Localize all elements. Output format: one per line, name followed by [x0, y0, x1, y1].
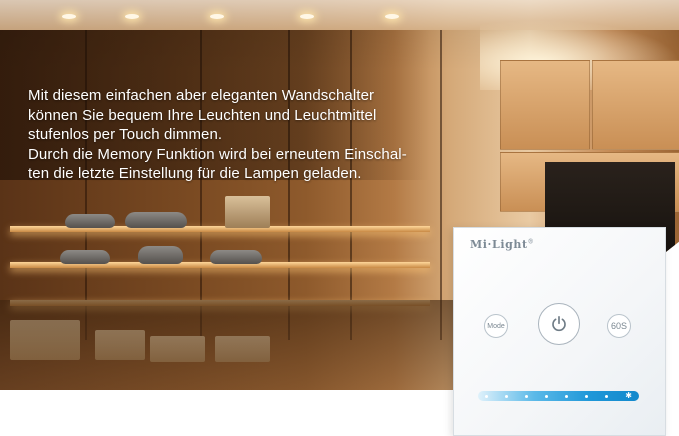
ceiling-light [125, 14, 139, 19]
description-line: können Sie bequem Ihre Leuchten und Leuc… [28, 106, 377, 124]
ceiling-light [385, 14, 399, 19]
slider-dot [565, 394, 569, 398]
wall-panel [500, 60, 590, 150]
sun-icon: ✱ [625, 391, 632, 400]
description-line: stufenlos per Touch dimmen. [28, 126, 223, 143]
brand-logo: Mi·Light® [470, 238, 534, 251]
slider-dot [505, 394, 509, 398]
timer-label: 60S [610, 321, 627, 331]
ceiling-light [300, 14, 314, 19]
folded-clothes [138, 246, 183, 264]
ceiling-light [62, 14, 76, 19]
slider-dot [485, 394, 488, 398]
handbag [225, 196, 270, 228]
folded-clothes [60, 250, 110, 264]
registered-mark: ® [527, 238, 535, 246]
timer-button[interactable]: 60S [607, 314, 631, 338]
slider-dot [605, 394, 609, 398]
description-line: Durch die Memory Funktion wird bei erneu… [28, 145, 407, 163]
description-line: ten die letzte Einstellung für die Lampe… [28, 165, 362, 182]
feature-description: Mit diesem einfachen aber eleganten Wand… [28, 86, 448, 184]
description-line: Mit diesem einfachen aber eleganten Wand… [28, 87, 375, 104]
brand-name: Mi·Light [470, 238, 528, 251]
ceiling-light [210, 14, 224, 19]
slider-dot [545, 394, 549, 398]
power-button[interactable] [538, 303, 580, 345]
power-icon [552, 316, 566, 332]
product-banner: Mit diesem einfachen aber eleganten Wand… [0, 0, 679, 436]
folded-clothes [65, 214, 115, 228]
brightness-slider[interactable]: ✱ [478, 391, 639, 401]
slider-dot [585, 394, 589, 398]
folded-clothes [125, 212, 187, 228]
wall-panel [592, 60, 679, 150]
mode-button[interactable]: Mode [484, 314, 508, 338]
cabinet-divider [440, 30, 442, 340]
slider-dot [525, 394, 529, 398]
wall-switch-panel: Mi·Light® Mode 60S ✱ [453, 227, 666, 436]
mode-label: Mode [487, 322, 505, 330]
folded-clothes [210, 250, 262, 264]
